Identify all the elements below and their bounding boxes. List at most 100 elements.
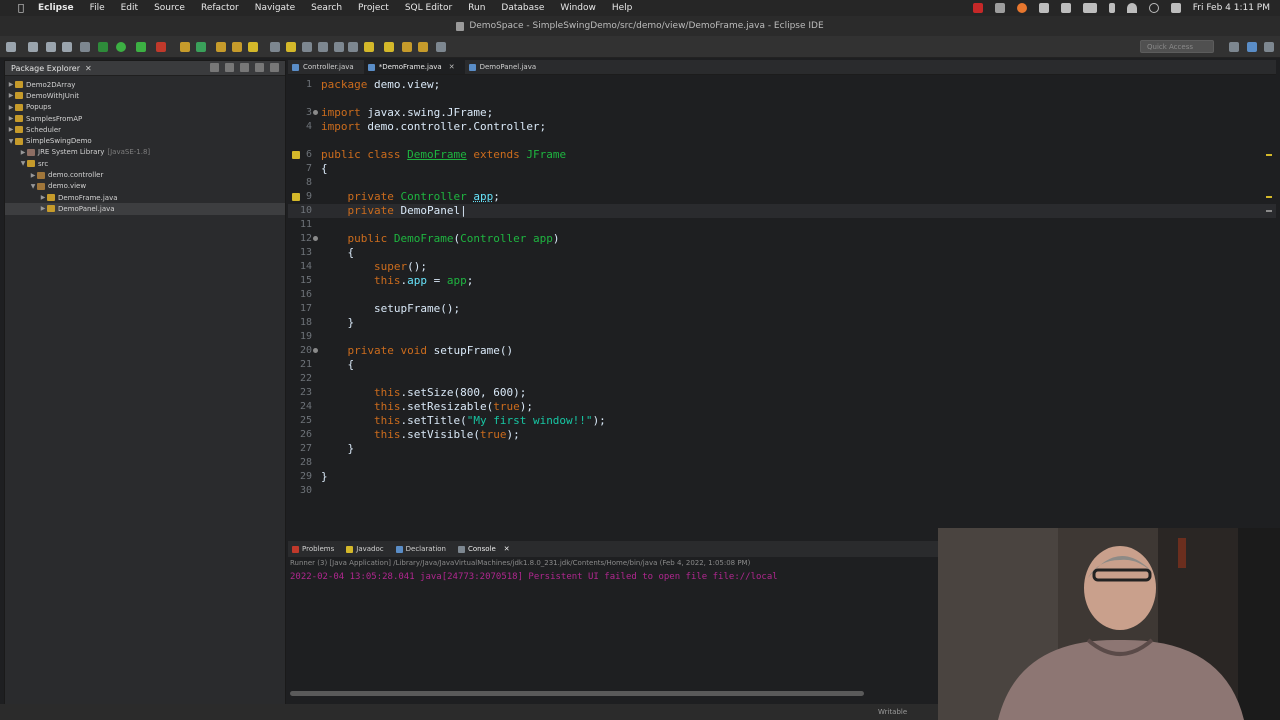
java-perspective-icon[interactable] [1247, 42, 1257, 52]
code-editor[interactable]: 1 package demo.view; 3 import javax.swing.… [288, 76, 1276, 528]
chevron-right-icon[interactable]: ▶ [7, 115, 15, 122]
save-icon[interactable] [28, 42, 38, 52]
chevron-down-icon[interactable]: ▼ [29, 183, 37, 190]
firefox-icon[interactable] [1016, 3, 1027, 13]
run-icon[interactable] [116, 42, 126, 52]
chevron-right-icon[interactable]: ▶ [7, 92, 15, 99]
menu-sql-editor[interactable]: SQL Editor [405, 3, 452, 13]
tree-item-demoframe-java[interactable]: ▶ DemoFrame.java [5, 192, 285, 203]
tree-item-demo-controller[interactable]: ▶ demo.controller [5, 169, 285, 180]
menu-search[interactable]: Search [311, 3, 342, 13]
open-type-icon[interactable] [232, 42, 242, 52]
chevron-right-icon[interactable]: ▶ [39, 194, 47, 201]
close-icon[interactable]: ✕ [504, 545, 510, 553]
debug-perspective-icon[interactable] [1264, 42, 1274, 52]
menu-refactor[interactable]: Refactor [201, 3, 239, 13]
tree-item-demo-view[interactable]: ▼ demo.view [5, 181, 285, 192]
fold-icon[interactable] [313, 110, 318, 115]
menu-help[interactable]: Help [612, 3, 633, 13]
chevron-right-icon[interactable]: ▶ [39, 205, 47, 212]
spotlight-icon[interactable] [1148, 3, 1159, 13]
tree-item-demo2darray[interactable]: ▶ Demo2DArray [5, 79, 285, 90]
menu-project[interactable]: Project [358, 3, 389, 13]
print-icon[interactable] [62, 42, 72, 52]
new-icon[interactable] [6, 42, 16, 52]
back-icon[interactable] [402, 42, 412, 52]
menu-run[interactable]: Run [468, 3, 485, 13]
next-annotation-icon[interactable] [364, 42, 374, 52]
chevron-right-icon[interactable]: ▶ [7, 104, 15, 111]
console-horizontal-scrollbar[interactable] [290, 691, 864, 696]
menu-edit[interactable]: Edit [121, 3, 138, 13]
tree-item-demopanel-java[interactable]: ▶ DemoPanel.java [5, 203, 285, 215]
close-icon[interactable]: ✕ [85, 64, 92, 73]
volume-icon[interactable] [1060, 3, 1071, 13]
external-tools-icon[interactable] [156, 42, 166, 52]
new-class-icon[interactable] [216, 42, 226, 52]
menu-file[interactable]: File [90, 3, 105, 13]
fold-icon[interactable] [313, 348, 318, 353]
prev-annotation-icon[interactable] [384, 42, 394, 52]
tab-console[interactable]: Console ✕ [458, 545, 510, 553]
battery-icon[interactable] [1082, 3, 1097, 13]
tab-demopanel-java[interactable]: DemoPanel.java [465, 60, 547, 74]
menu-window[interactable]: Window [560, 3, 596, 13]
tree-item-samplesfromap[interactable]: ▶ SamplesFromAP [5, 113, 285, 124]
view-menu-icon[interactable] [240, 63, 249, 72]
close-icon[interactable]: ✕ [449, 63, 455, 71]
menu-app-name[interactable]: Eclipse [38, 3, 74, 13]
tab-demoframe-java[interactable]: *DemoFrame.java ✕ [363, 60, 465, 74]
new-java-project-icon[interactable] [180, 42, 190, 52]
search-toolbar-icon[interactable] [248, 42, 258, 52]
annotation-icon[interactable] [286, 42, 296, 52]
collapse-all-icon[interactable] [210, 63, 219, 72]
chevron-right-icon[interactable]: ▶ [29, 172, 37, 179]
menu-database[interactable]: Database [501, 3, 544, 13]
console-output[interactable]: 2022-02-04 13:05:28.041 java[24773:20705… [290, 572, 938, 582]
pin-editor-icon[interactable] [436, 42, 446, 52]
tab-declaration[interactable]: Declaration [395, 545, 446, 553]
control-center-icon[interactable] [1170, 3, 1181, 13]
fold-icon[interactable] [313, 236, 318, 241]
menu-navigate[interactable]: Navigate [255, 3, 295, 13]
show-whitespace-icon[interactable] [334, 42, 344, 52]
link-editor-icon[interactable] [225, 63, 234, 72]
pilcrow-icon[interactable] [348, 42, 358, 52]
whitespace-icon[interactable] [302, 42, 312, 52]
chevron-down-icon[interactable]: ▼ [7, 138, 15, 145]
tree-item-jre-library[interactable]: ▶ JRE System Library [JavaSE-1.8] [5, 147, 285, 158]
wifi-icon[interactable] [1126, 3, 1137, 13]
tab-javadoc[interactable]: Javadoc [346, 545, 384, 553]
overview-warning-marker[interactable] [1266, 154, 1272, 156]
debug-icon[interactable] [98, 42, 108, 52]
settings-icon[interactable] [1038, 3, 1049, 13]
coverage-icon[interactable] [136, 42, 146, 52]
skip-breakpoints-icon[interactable] [80, 42, 90, 52]
toggle-mark-icon[interactable] [270, 42, 280, 52]
chevron-right-icon[interactable]: ▶ [19, 149, 27, 156]
clock[interactable]: Fri Feb 4 1:11 PM [1193, 3, 1270, 13]
overview-marker[interactable] [1266, 210, 1272, 212]
new-package-icon[interactable] [196, 42, 206, 52]
tree-item-src[interactable]: ▼ src [5, 158, 285, 169]
tree-item-simpleswingdemo[interactable]: ▼ SimpleSwingDemo [5, 135, 285, 146]
save-all-icon[interactable] [46, 42, 56, 52]
block-selection-icon[interactable] [318, 42, 328, 52]
minimize-view-icon[interactable] [255, 63, 264, 72]
tab-problems[interactable]: Problems [292, 545, 334, 553]
tree-item-scheduler[interactable]: ▶ Scheduler [5, 124, 285, 135]
tree-item-demowithjunit[interactable]: ▶ DemoWithJUnit [5, 90, 285, 101]
tree-item-popups[interactable]: ▶ Popups [5, 102, 285, 113]
record-icon[interactable] [972, 3, 983, 13]
chevron-down-icon[interactable]: ▼ [19, 160, 27, 167]
chevron-right-icon[interactable]: ▶ [7, 81, 15, 88]
maximize-view-icon[interactable] [270, 63, 279, 72]
chevron-right-icon[interactable]: ▶ [7, 126, 15, 133]
quick-access-input[interactable]: Quick Access [1140, 40, 1214, 53]
screen-icon[interactable] [994, 3, 1005, 13]
perspective-icon[interactable] [1229, 42, 1239, 52]
tab-controller-java[interactable]: Controller.java [288, 60, 364, 74]
apple-icon[interactable]:  [14, 3, 28, 14]
bluetooth-icon[interactable] [1108, 3, 1115, 13]
forward-icon[interactable] [418, 42, 428, 52]
